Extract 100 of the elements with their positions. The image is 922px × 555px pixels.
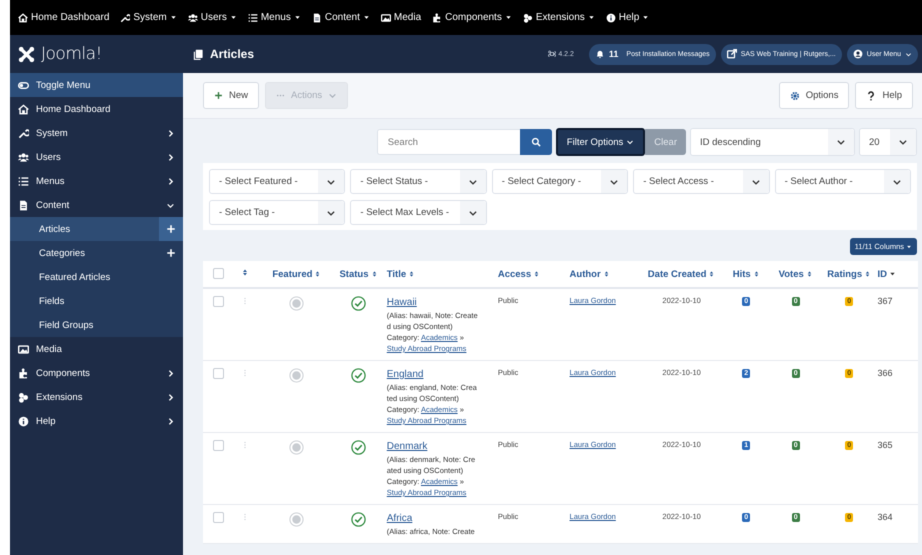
users-icon bbox=[188, 12, 198, 22]
top-menu-item[interactable]: Content bbox=[312, 12, 370, 23]
column-header[interactable]: Date Created bbox=[648, 268, 716, 280]
chevron-down-icon bbox=[626, 138, 634, 146]
bell-icon bbox=[594, 49, 605, 59]
toggle-menu-button[interactable]: Toggle Menu bbox=[10, 73, 183, 97]
info-icon bbox=[18, 416, 29, 426]
row-checkbox[interactable] bbox=[213, 368, 224, 379]
article-id: 366 bbox=[878, 368, 893, 378]
document-icon bbox=[312, 12, 322, 22]
list-icon bbox=[248, 12, 258, 22]
column-header[interactable]: Author bbox=[570, 268, 610, 280]
row-checkbox[interactable] bbox=[213, 440, 224, 451]
published-check-icon[interactable] bbox=[350, 296, 366, 311]
submenu-item[interactable]: Featured Articles bbox=[10, 272, 183, 282]
filter-select[interactable]: - Select Author - bbox=[774, 169, 911, 194]
top-menu-item[interactable]: Users bbox=[188, 12, 237, 23]
question-icon bbox=[866, 90, 876, 100]
chevron-down-icon bbox=[905, 50, 912, 58]
settings-icon bbox=[790, 90, 800, 100]
row-checkbox[interactable] bbox=[213, 512, 224, 523]
filter-select[interactable]: - Select Category - bbox=[492, 169, 628, 194]
sidebar-item[interactable]: Users bbox=[10, 145, 183, 169]
sidebar-item[interactable]: System bbox=[10, 121, 183, 145]
filter-select[interactable]: - Select Access - bbox=[633, 169, 770, 194]
filter-options-button[interactable]: Filter Options bbox=[556, 128, 646, 156]
search-button[interactable] bbox=[520, 129, 552, 155]
search-icon bbox=[530, 137, 541, 147]
puzzle-icon bbox=[432, 12, 442, 22]
article-id: 367 bbox=[878, 296, 893, 306]
select-all-checkbox[interactable] bbox=[213, 268, 224, 280]
top-menu-item[interactable]: Menus bbox=[248, 12, 301, 23]
published-check-icon[interactable] bbox=[350, 440, 366, 455]
top-menu-item[interactable]: System bbox=[120, 12, 177, 23]
image-icon bbox=[18, 344, 29, 354]
column-header[interactable]: Status bbox=[339, 268, 378, 280]
submenu-item[interactable]: Field Groups bbox=[10, 320, 183, 330]
plus-icon bbox=[214, 91, 223, 100]
plus-icon bbox=[166, 248, 176, 258]
ordering-select[interactable]: ID descending bbox=[690, 128, 855, 156]
external-link-icon bbox=[726, 49, 737, 59]
home-icon bbox=[18, 12, 28, 22]
column-header[interactable]: Title bbox=[386, 268, 416, 280]
sidebar-item[interactable]: Home Dashboard bbox=[10, 97, 183, 121]
chevron-down-icon bbox=[328, 91, 338, 100]
article-title-link[interactable]: Denmark bbox=[386, 440, 428, 454]
puzzle-icon bbox=[18, 368, 29, 378]
caret-icon bbox=[906, 244, 912, 250]
article-title-link[interactable]: Africa bbox=[386, 512, 412, 526]
top-menu-item[interactable]: Media bbox=[380, 12, 422, 23]
sort-icon[interactable] bbox=[241, 268, 250, 277]
joomla-logo-icon bbox=[18, 46, 35, 62]
column-header[interactable]: Ratings bbox=[827, 268, 872, 280]
filter-select[interactable]: - Select Status - bbox=[350, 169, 487, 194]
column-header[interactable]: ID bbox=[878, 268, 896, 280]
image-icon bbox=[380, 12, 391, 22]
column-header[interactable]: Hits bbox=[732, 268, 760, 280]
sidebar-item[interactable]: Content bbox=[10, 193, 183, 217]
plus-icon bbox=[166, 224, 176, 234]
limit-select[interactable]: 20 bbox=[859, 128, 917, 156]
top-menu-item[interactable]: Extensions bbox=[522, 12, 595, 23]
articles-icon bbox=[193, 48, 204, 60]
command-icon bbox=[548, 50, 556, 58]
unfeatured-icon[interactable] bbox=[289, 440, 304, 455]
sidebar-item[interactable]: Menus bbox=[10, 169, 183, 193]
sidebar-item[interactable]: Help bbox=[10, 409, 183, 433]
submenu-item[interactable]: Categories bbox=[10, 248, 159, 258]
published-check-icon[interactable] bbox=[350, 512, 366, 527]
new-button[interactable]: New bbox=[203, 82, 260, 109]
article-id: 364 bbox=[878, 512, 893, 522]
document-icon bbox=[18, 200, 29, 210]
logo-text: Joomla! bbox=[41, 44, 102, 64]
submenu-item[interactable]: Fields bbox=[10, 296, 183, 306]
article-title-link[interactable]: Hawaii bbox=[386, 296, 417, 310]
sidebar-item[interactable]: Media bbox=[10, 337, 183, 361]
toggle-icon bbox=[18, 80, 29, 90]
filter-select[interactable]: - Select Tag - bbox=[209, 200, 346, 225]
published-check-icon[interactable] bbox=[350, 368, 366, 383]
article-title-link[interactable]: England bbox=[386, 368, 424, 382]
row-checkbox[interactable] bbox=[213, 296, 224, 307]
top-menu-item[interactable]: Help bbox=[606, 12, 650, 23]
top-menu-item[interactable]: Home Dashboard bbox=[18, 12, 110, 23]
home-icon bbox=[18, 104, 29, 114]
help-button[interactable]: Help bbox=[855, 82, 913, 109]
column-header[interactable]: Votes bbox=[778, 268, 813, 280]
column-header[interactable]: Access bbox=[498, 268, 540, 280]
column-header[interactable]: Featured bbox=[272, 268, 322, 280]
options-button[interactable]: Options bbox=[778, 82, 850, 109]
search-field[interactable]: Search bbox=[376, 129, 520, 155]
users-icon bbox=[18, 152, 29, 162]
list-icon bbox=[18, 176, 29, 186]
sidebar-item[interactable]: Extensions bbox=[10, 385, 183, 409]
unfeatured-icon[interactable] bbox=[289, 368, 304, 383]
add-button[interactable] bbox=[159, 217, 183, 241]
sidebar-item[interactable]: Components bbox=[10, 361, 183, 385]
unfeatured-icon[interactable] bbox=[289, 512, 304, 527]
top-menu-item[interactable]: Components bbox=[432, 12, 512, 23]
filter-select[interactable]: - Select Featured - bbox=[209, 169, 346, 194]
filter-select[interactable]: - Select Max Levels - bbox=[350, 200, 487, 225]
unfeatured-icon[interactable] bbox=[289, 296, 304, 311]
